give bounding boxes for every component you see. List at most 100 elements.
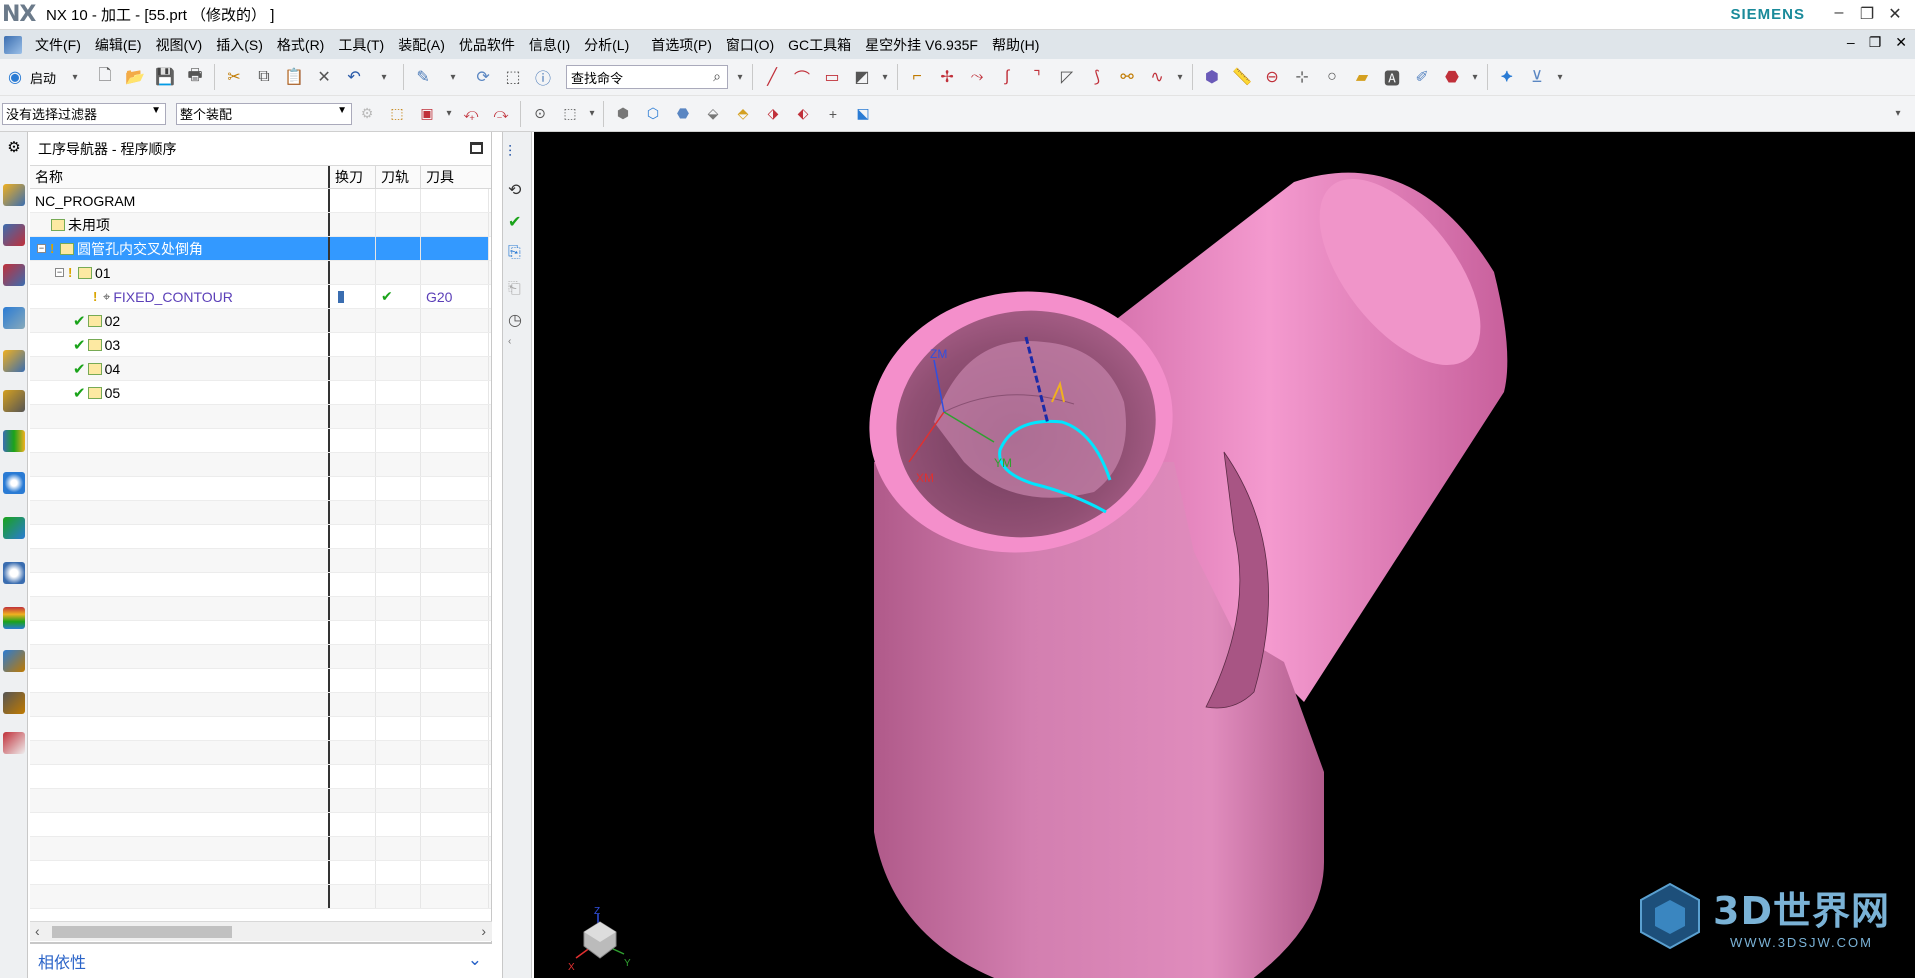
menu-xingkong[interactable]: 星空外挂 V6.935F [858,35,985,55]
hd3d-icon[interactable] [3,472,25,494]
shaded-icon[interactable]: ⬢ [611,102,635,126]
tree-row-01[interactable]: − ! 01 [30,261,491,285]
column-tool-change[interactable]: 换刀 [330,166,376,188]
solid-dropdown-icon[interactable]: ▾ [1470,65,1480,89]
curve-dropdown-icon[interactable]: ▾ [880,65,890,89]
tree-row-05[interactable]: ✔ 05 [30,381,491,405]
start-button[interactable]: 启动 [30,68,56,87]
start-dropdown-icon[interactable]: ▾ [63,65,87,89]
type-filter-select[interactable]: 没有选择过滤器 ▼ [2,102,166,125]
undo-dropdown-icon[interactable]: ▾ [372,65,396,89]
plane-icon[interactable]: ◩ [850,65,874,89]
time-icon[interactable]: ◷ [508,310,528,330]
graphics-viewport[interactable]: XM YM ZM Z X Y 3D世界网 WWW.3DSJW.COM [534,132,1915,978]
machine-tool-icon[interactable] [3,224,25,246]
wcs-dropdown-icon[interactable]: ▾ [1555,65,1565,89]
measure-icon[interactable]: 📏 [1230,65,1254,89]
shop-docs-icon[interactable]: ⎗ [508,280,528,300]
snap-icon[interactable]: ⊹ [1290,65,1314,89]
select-rectangle-icon[interactable]: ⬚ [558,102,582,126]
diameter-icon[interactable]: ⊖ [1260,65,1284,89]
menu-file[interactable]: 文件(F) [28,35,88,55]
snap-point-icon[interactable]: ⤽ [459,102,483,126]
view-fit-icon[interactable]: ⬖ [791,102,815,126]
menu-view[interactable]: 视图(V) [149,35,210,55]
spline-icon[interactable]: ∫ [995,65,1019,89]
assembly-navigator-icon[interactable] [3,350,25,372]
tree-row-03[interactable]: ✔ 03 [30,333,491,357]
fillet-icon[interactable]: ⌐ [905,65,929,89]
select-face-icon[interactable]: ▣ [415,102,439,126]
scrollbar-thumb[interactable] [52,926,232,938]
search-dropdown-icon[interactable]: ▾ [735,65,745,89]
transform-icon[interactable]: ⯌ [1495,65,1519,89]
new-file-icon[interactable]: 🗋 [93,65,117,89]
print-icon[interactable]: 🖶 [183,65,207,89]
restore-icon[interactable]: ❐ [1853,4,1881,24]
crosshair-icon[interactable]: + [821,102,845,126]
postprocess-icon[interactable]: ⎘ [508,244,528,264]
join-icon[interactable]: ⚯ [1115,65,1139,89]
menu-tools[interactable]: 工具(T) [331,35,391,55]
toolbar-overflow-icon[interactable]: ▾ [1886,102,1910,126]
tree-row-02[interactable]: ✔ 02 [30,309,491,333]
manufacturing-wizard-icon[interactable] [3,692,25,714]
menu-preferences[interactable]: 首选项(P) [644,35,719,55]
scroll-right-icon[interactable]: › [481,923,486,939]
tree-row-program-chamfer[interactable]: − ! 圆管孔内交叉处倒角 [30,237,491,261]
bridge-icon[interactable]: ⟆ [1085,65,1109,89]
filter-settings-icon[interactable]: ⚙ [355,102,379,126]
reuse-library-icon[interactable] [3,430,25,452]
command-search-input[interactable]: 查找命令 ⌕ [566,65,729,89]
tree-row-04[interactable]: ✔ 04 [30,357,491,381]
menu-gc-toolbox[interactable]: GC工具箱 [781,35,858,55]
web-browser-icon[interactable] [3,517,25,539]
program-order-view-icon[interactable]: ⫶ [508,144,528,164]
view-render-icon[interactable]: ⬗ [761,102,785,126]
part-navigator-icon[interactable] [3,390,25,412]
tree-row-unused[interactable]: 未用项 [30,213,491,237]
tree-row-nc-program[interactable]: NC_PROGRAM [30,189,491,213]
copy-icon[interactable]: ⧉ [252,65,276,89]
view-light-icon[interactable]: ⬘ [731,102,755,126]
chevron-down-icon[interactable]: ⌄ [468,950,482,970]
close-icon[interactable]: ✕ [1881,4,1909,24]
menu-help[interactable]: 帮助(H) [985,35,1046,55]
collapse-icon[interactable]: − [55,268,64,277]
select-edge-icon[interactable]: ⤼ [489,102,513,126]
maximize-icon[interactable] [470,142,483,154]
select-circle-icon[interactable]: ⊙ [528,102,552,126]
corner-icon[interactable]: ⌝ [1025,65,1049,89]
offset-icon[interactable]: ◸ [1055,65,1079,89]
operation-navigator-icon[interactable] [3,184,25,206]
menu-edit[interactable]: 编辑(E) [88,35,149,55]
box-icon[interactable]: ⬢ [1200,65,1224,89]
history-icon[interactable] [3,562,25,584]
info-icon[interactable]: ⓘ [531,65,555,89]
settings-gear-icon[interactable]: ⚙ [3,138,25,160]
face-dropdown-icon[interactable]: ▾ [445,102,453,126]
search-icon[interactable]: ⌕ [713,68,721,85]
drafting-icon[interactable]: ✐ [1410,65,1434,89]
rectangle-icon[interactable]: ▭ [820,65,844,89]
menu-window[interactable]: 窗口(O) [719,35,781,55]
column-tool-path[interactable]: 刀轨 [376,166,421,188]
doc-close-icon[interactable]: ✕ [1895,34,1907,51]
spell-dropdown-icon[interactable]: ▾ [441,65,465,89]
repeat-command-icon[interactable]: ⟳ [471,65,495,89]
spell-check-icon[interactable]: ✎ [411,65,435,89]
doc-minimize-icon[interactable]: – [1847,34,1855,51]
open-folder-icon[interactable]: 📂 [123,65,147,89]
cut-icon[interactable]: ✂ [222,65,246,89]
process-studio-icon[interactable] [3,650,25,672]
window-arrange-icon[interactable]: ⬚ [501,65,525,89]
solid-icon[interactable]: ⬣ [1440,65,1464,89]
delete-icon[interactable]: ✕ [312,65,336,89]
paste-icon[interactable]: 📋 [282,65,306,89]
text-icon[interactable]: 🅰 [1380,65,1404,89]
minimize-icon[interactable]: – [1825,4,1853,22]
horizontal-scrollbar[interactable]: ‹ › [30,921,492,941]
menu-youpin[interactable]: 优品软件 [452,35,522,55]
edit-curve-dropdown-icon[interactable]: ▾ [1175,65,1185,89]
verify-toolpath-icon[interactable]: ✔ [508,212,528,232]
